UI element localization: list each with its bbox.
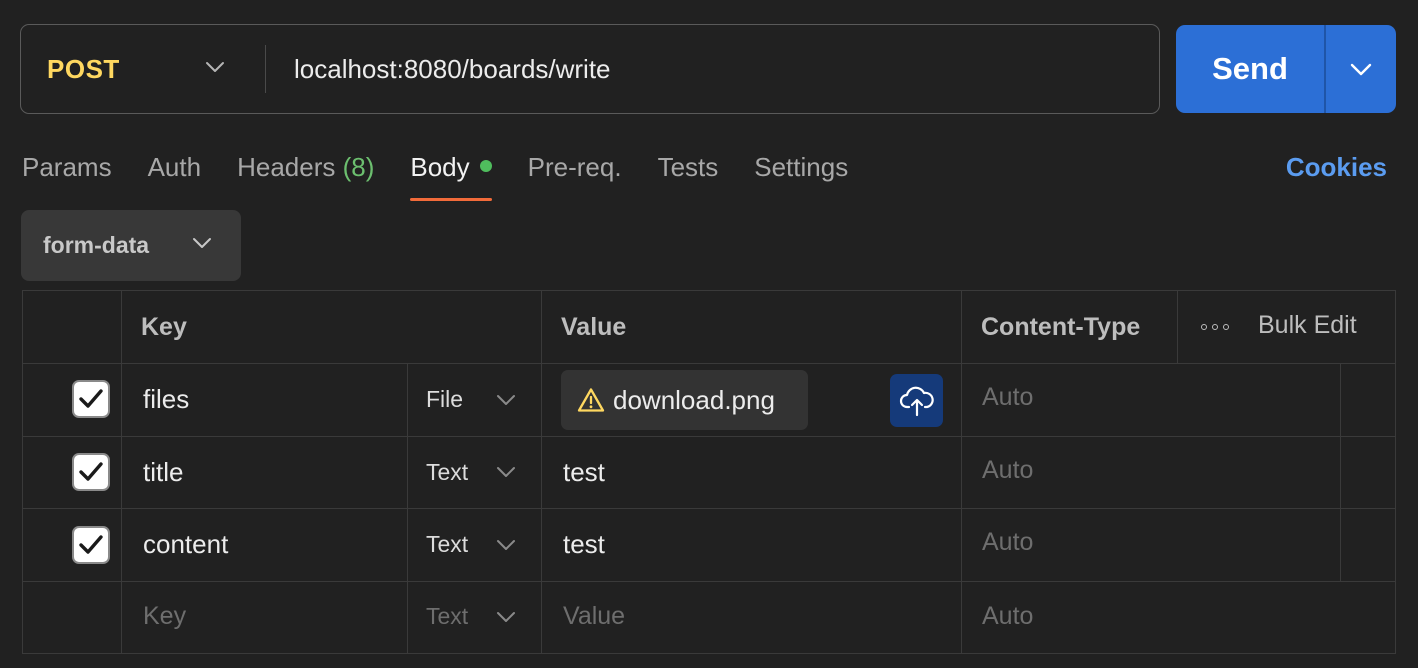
tab-label: Auth [147, 152, 202, 182]
new-row-content-type[interactable]: Auto [982, 581, 1033, 651]
tab-body[interactable]: Body [410, 145, 492, 201]
chevron-down-icon [497, 612, 515, 622]
method-select[interactable]: POST [21, 25, 265, 113]
row-type-label: Text [426, 602, 469, 629]
row-type-select[interactable]: File [426, 363, 536, 436]
row-value[interactable]: test [563, 508, 605, 581]
row-key[interactable]: files [143, 363, 189, 436]
form-data-table: Key Value Content-Type Bulk Edit files F… [22, 290, 1396, 654]
tab-tests[interactable]: Tests [658, 145, 719, 201]
tab-params[interactable]: Params [22, 145, 112, 201]
body-type-label: form-data [43, 232, 150, 258]
column-header-key: Key [141, 312, 187, 341]
headers-count-badge: (8) [342, 152, 375, 182]
row-type-select[interactable]: Text [426, 436, 536, 508]
row-key[interactable]: title [143, 436, 183, 508]
row-divider [23, 581, 1395, 582]
warning-triangle-icon [577, 388, 605, 412]
column-divider [1340, 363, 1341, 581]
body-status-dot [479, 160, 492, 173]
more-horizontal-icon[interactable] [1201, 317, 1229, 337]
send-dropdown-button[interactable] [1326, 25, 1396, 113]
row-type-select[interactable]: Text [426, 508, 536, 581]
chevron-down-icon [193, 238, 211, 248]
new-row-type-select[interactable]: Text [426, 581, 536, 651]
chevron-down-icon [206, 62, 224, 72]
row-checkbox[interactable] [72, 526, 110, 564]
upload-file-button[interactable] [890, 374, 943, 427]
column-divider [541, 291, 542, 653]
row-divider [23, 508, 1395, 509]
tab-settings[interactable]: Settings [754, 145, 848, 201]
chevron-down-icon [497, 540, 515, 550]
row-checkbox[interactable] [72, 453, 110, 491]
column-header-content-type: Content-Type [981, 312, 1141, 341]
tab-label: Pre-req. [527, 152, 622, 182]
tab-label: Tests [657, 152, 719, 182]
tab-auth[interactable]: Auth [148, 145, 202, 201]
tab-pre-request[interactable]: Pre-req. [528, 145, 622, 201]
tab-label: Headers [237, 152, 336, 182]
tab-headers[interactable]: Headers (8) [237, 145, 374, 201]
tab-label: Settings [754, 152, 849, 182]
send-group: Send [1176, 25, 1396, 113]
row-divider [23, 436, 1395, 437]
row-divider [23, 363, 1395, 364]
file-name: download.png [613, 384, 775, 415]
request-tabs: Params Auth Headers (8) Body Pre-req. Te… [22, 145, 884, 201]
tab-label: Params [22, 152, 112, 182]
chevron-down-icon [497, 395, 515, 405]
send-button[interactable]: Send [1176, 25, 1324, 113]
column-divider [961, 291, 962, 653]
file-chip[interactable]: download.png [561, 370, 808, 430]
row-checkbox[interactable] [72, 380, 110, 418]
new-key-input[interactable]: Key [143, 581, 186, 651]
checkmark-icon [79, 535, 103, 554]
url-input[interactable] [266, 25, 1159, 113]
request-bar: POST [20, 24, 1160, 114]
chevron-down-icon [497, 467, 515, 477]
new-value-input[interactable]: Value [563, 581, 625, 651]
body-type-select[interactable]: form-data [21, 210, 241, 281]
row-type-label: Text [426, 531, 469, 557]
row-content-type[interactable]: Auto [982, 434, 1033, 506]
cookies-link[interactable]: Cookies [1286, 152, 1387, 183]
column-divider [1177, 291, 1178, 363]
chevron-down-icon [1350, 63, 1372, 75]
row-type-label: File [426, 386, 464, 412]
row-content-type[interactable]: Auto [982, 506, 1033, 579]
cloud-upload-icon [899, 386, 934, 416]
row-value[interactable]: test [563, 436, 605, 508]
row-key[interactable]: content [143, 508, 228, 581]
row-content-type[interactable]: Auto [982, 361, 1033, 434]
bulk-edit-button[interactable]: Bulk Edit [1258, 311, 1357, 340]
checkmark-icon [79, 462, 103, 481]
checkmark-icon [79, 389, 103, 408]
tab-label: Body [410, 152, 470, 182]
column-divider [121, 291, 122, 653]
method-label: POST [47, 53, 120, 84]
row-type-label: Text [426, 458, 469, 485]
column-header-value: Value [561, 312, 627, 341]
